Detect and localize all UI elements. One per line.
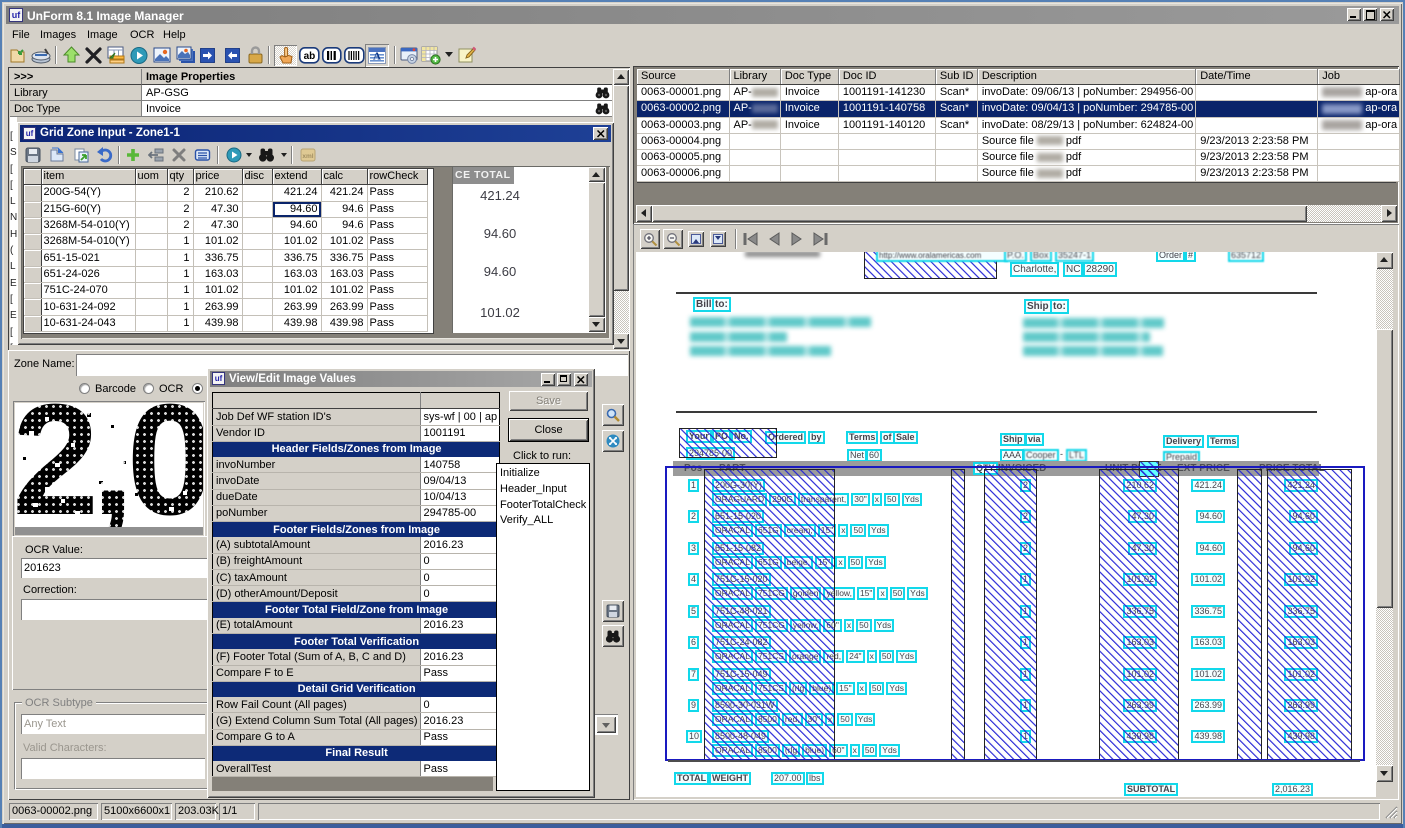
svg-text:A: A [373, 51, 381, 63]
svg-text:ab: ab [304, 51, 316, 62]
svg-text:xml: xml [302, 153, 313, 160]
